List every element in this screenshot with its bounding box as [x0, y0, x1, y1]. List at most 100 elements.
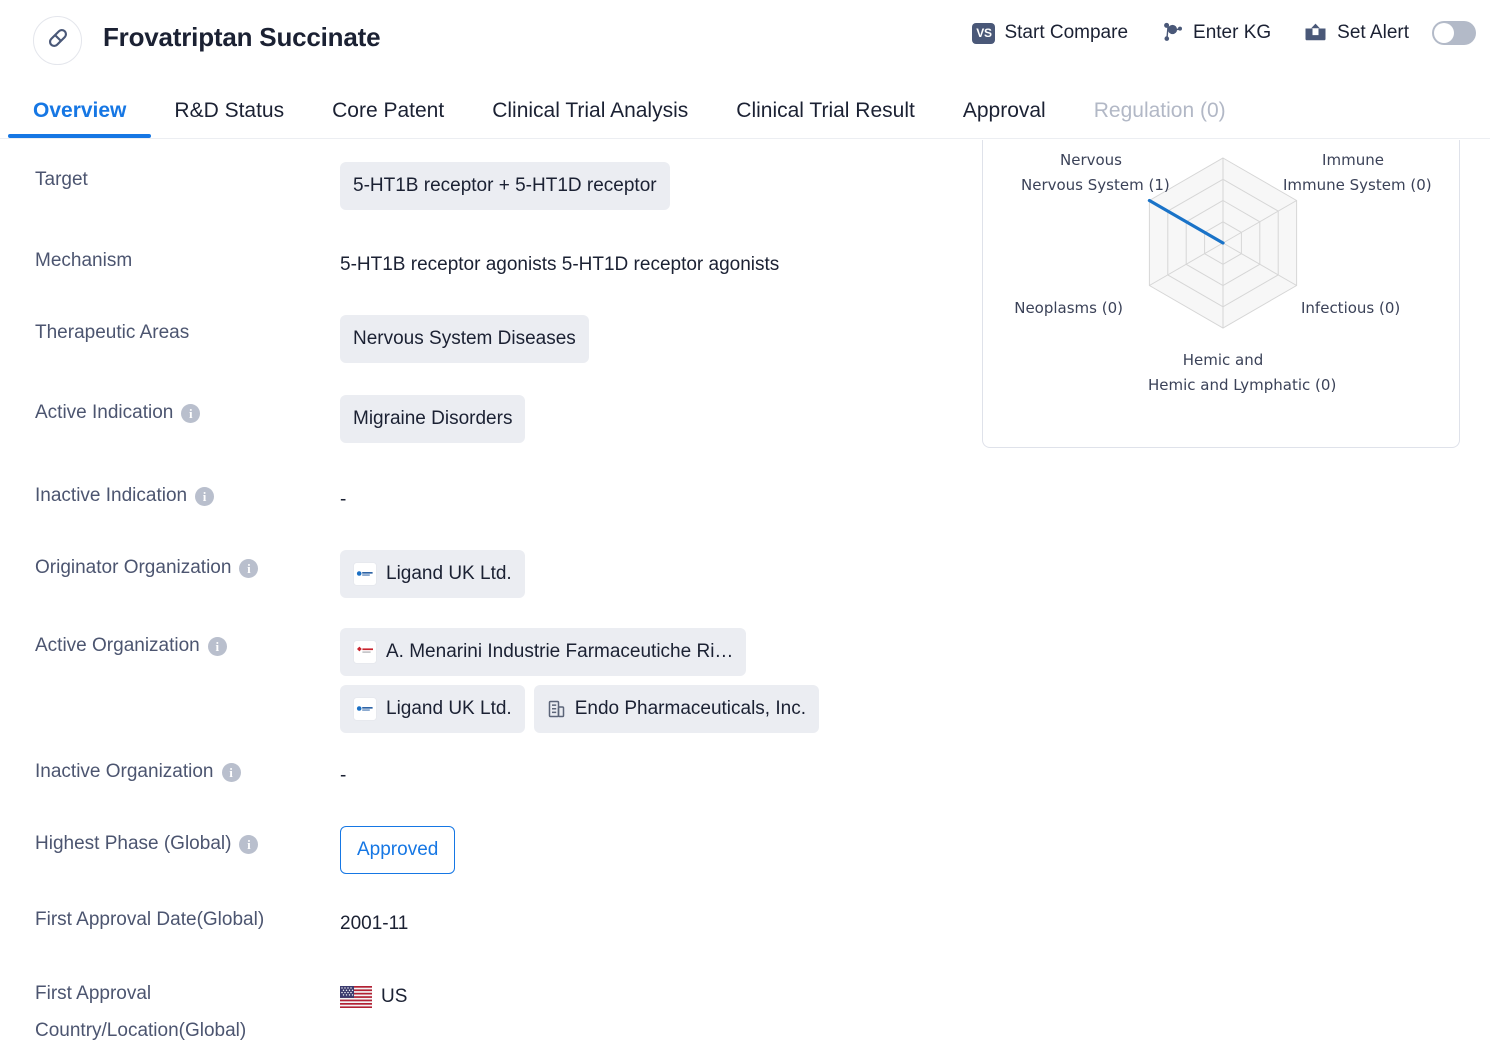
radar-label-nervous-system: Nervous Nervous System (1) — [1021, 148, 1170, 198]
label-text-line2: Country/Location(Global) — [35, 1020, 247, 1042]
tab-clinical-trial-analysis[interactable]: Clinical Trial Analysis — [492, 80, 688, 138]
tab-clinical-trial-result[interactable]: Clinical Trial Result — [736, 80, 915, 138]
radar-label-line: Hemic and Lymphatic (0) — [1148, 375, 1337, 394]
label-text: Active Organization — [35, 635, 200, 656]
tab-approval[interactable]: Approval — [963, 80, 1046, 138]
organization-chip[interactable]: Ligand UK Ltd. — [340, 550, 525, 599]
field-row-inactive-indication: Inactive Indication i - — [0, 478, 965, 518]
field-value-target: 5-HT1B receptor + 5-HT1D receptor — [340, 162, 965, 211]
field-label-first-approval-country: First Approval Country/Location(Global) — [0, 975, 340, 1049]
field-label-inactive-organization: Inactive Organization i — [0, 754, 340, 790]
field-row-first-approval-country: First Approval Country/Location(Global) — [0, 975, 965, 1049]
alert-inbox-icon — [1303, 21, 1328, 45]
tabs: Overview R&D Status Core Patent Clinical… — [7, 80, 1274, 138]
radar-label-neoplasms: Neoplasms (0) — [1014, 299, 1123, 317]
first-approval-date-value: 2001-11 — [340, 913, 409, 934]
pill-capsule-icon — [45, 25, 71, 56]
field-label-highest-phase: Highest Phase (Global) i — [0, 826, 340, 862]
therapeutic-area-chip[interactable]: Nervous System Diseases — [340, 315, 589, 364]
set-alert-label: Set Alert — [1337, 22, 1409, 43]
tab-regulation[interactable]: Regulation (0) — [1094, 80, 1226, 138]
enter-kg-label: Enter KG — [1193, 22, 1272, 43]
therapeutic-area-radar-card: Nervous Nervous System (1) Immune Immune… — [982, 140, 1460, 448]
tab-core-patent[interactable]: Core Patent — [332, 80, 444, 138]
field-label-active-indication: Active Indication i — [0, 395, 340, 431]
page-title: Frovatriptan Succinate — [103, 22, 381, 52]
label-text: First Approval Date(Global) — [35, 909, 265, 930]
field-value-active-organization: A. Menarini Industrie Farmaceutiche Ri… — [340, 628, 965, 734]
field-row-inactive-organization: Inactive Organization i - — [0, 754, 965, 794]
field-row-active-indication: Active Indication i Migraine Disorders — [0, 395, 965, 444]
organization-chip[interactable]: Ligand UK Ltd. — [340, 685, 525, 734]
organization-name: A. Menarini Industrie Farmaceutiche Ri… — [386, 641, 734, 662]
label-text: Inactive Organization — [35, 761, 214, 782]
radar-label-line: Hemic and — [1182, 351, 1264, 369]
radar-chart: Nervous Nervous System (1) Immune Immune… — [983, 140, 1459, 447]
field-row-originator-organization: Originator Organization i Ligand UK Ltd. — [0, 550, 965, 599]
building-icon — [547, 699, 566, 719]
target-chip[interactable]: 5-HT1B receptor + 5-HT1D receptor — [340, 162, 670, 211]
highest-phase-pill[interactable]: Approved — [340, 826, 456, 875]
info-icon[interactable]: i — [239, 835, 259, 854]
active-indication-chip[interactable]: Migraine Disorders — [340, 395, 526, 444]
field-row-target: Target 5-HT1B receptor + 5-HT1D receptor — [0, 162, 965, 211]
mechanism-text: 5-HT1B receptor agonists 5-HT1D receptor… — [340, 254, 780, 275]
organization-chip[interactable]: Endo Pharmaceuticals, Inc. — [533, 685, 819, 734]
header-actions: VS Start Compare Enter KG Set Alert — [972, 19, 1476, 47]
field-label-active-organization: Active Organization i — [0, 628, 340, 664]
organization-name: Endo Pharmaceuticals, Inc. — [574, 698, 806, 720]
label-text-line1: First Approval — [35, 983, 152, 1004]
field-label-mechanism: Mechanism — [0, 243, 340, 279]
set-alert-button[interactable]: Set Alert — [1303, 19, 1476, 47]
field-label-originator-organization: Originator Organization i — [0, 550, 340, 586]
radar-label-immune-system: Immune Immune System (0) — [1283, 148, 1432, 198]
ligand-logo — [353, 562, 377, 587]
page-header: Frovatriptan Succinate VS Start Compare — [0, 0, 1490, 80]
label-text: Therapeutic Areas — [35, 322, 190, 343]
page-root: Frovatriptan Succinate VS Start Compare — [0, 0, 1490, 1050]
radar-label-line: Nervous System (1) — [1021, 175, 1170, 194]
vs-compare-icon: VS — [972, 22, 996, 44]
toggle-knob — [1434, 23, 1454, 43]
radar-label-infectious: Infectious (0) — [1301, 299, 1401, 317]
field-value-first-approval-date: 2001-11 — [340, 902, 965, 942]
field-label-first-approval-date: First Approval Date(Global) — [0, 902, 340, 938]
field-value-inactive-organization: - — [340, 754, 965, 794]
start-compare-label: Start Compare — [1004, 22, 1129, 43]
label-text: Highest Phase (Global) — [35, 833, 232, 854]
start-compare-button[interactable]: VS Start Compare — [972, 20, 1128, 46]
field-row-mechanism: Mechanism 5-HT1B receptor agonists 5-HT1… — [0, 243, 965, 283]
label-text: Originator Organization — [35, 557, 232, 578]
drug-avatar — [33, 16, 82, 65]
overview-content: Target 5-HT1B receptor + 5-HT1D receptor… — [0, 140, 1490, 1050]
field-row-first-approval-date: First Approval Date(Global) 2001-11 — [0, 902, 965, 942]
field-row-highest-phase: Highest Phase (Global) i Approved — [0, 826, 965, 875]
organization-name: Ligand UK Ltd. — [386, 698, 512, 720]
inactive-organization-value: - — [340, 765, 347, 786]
knowledge-graph-icon — [1160, 21, 1184, 45]
field-label-inactive-indication: Inactive Indication i — [0, 478, 340, 514]
set-alert-toggle[interactable] — [1432, 21, 1476, 45]
info-icon[interactable]: i — [195, 487, 215, 506]
radar-label-hemic-lymphatic: Hemic and Hemic and Lymphatic (0) — [1148, 348, 1337, 398]
field-value-first-approval-country: US — [340, 975, 965, 1021]
radar-label-line: Immune System (0) — [1283, 175, 1432, 194]
field-value-active-indication: Migraine Disorders — [340, 395, 965, 444]
menarini-logo — [353, 640, 377, 665]
enter-kg-button[interactable]: Enter KG — [1160, 19, 1271, 47]
field-label-therapeutic-areas: Therapeutic Areas — [0, 315, 340, 351]
field-row-active-organization: Active Organization i A. Menarini Indust… — [0, 628, 965, 734]
info-icon[interactable]: i — [181, 404, 201, 423]
field-value-highest-phase: Approved — [340, 826, 965, 875]
info-icon[interactable]: i — [221, 763, 241, 782]
field-value-inactive-indication: - — [340, 478, 965, 518]
field-value-therapeutic-areas: Nervous System Diseases — [340, 315, 965, 364]
tab-overview[interactable]: Overview — [7, 80, 152, 138]
inactive-indication-value: - — [340, 489, 347, 510]
first-approval-country-value: US — [381, 986, 408, 1007]
organization-chip[interactable]: A. Menarini Industrie Farmaceutiche Ri… — [340, 628, 747, 677]
info-icon[interactable]: i — [239, 559, 259, 578]
info-icon[interactable]: i — [207, 637, 227, 656]
tab-rd-status[interactable]: R&D Status — [174, 80, 284, 138]
radar-label-line: Immune — [1322, 151, 1384, 169]
